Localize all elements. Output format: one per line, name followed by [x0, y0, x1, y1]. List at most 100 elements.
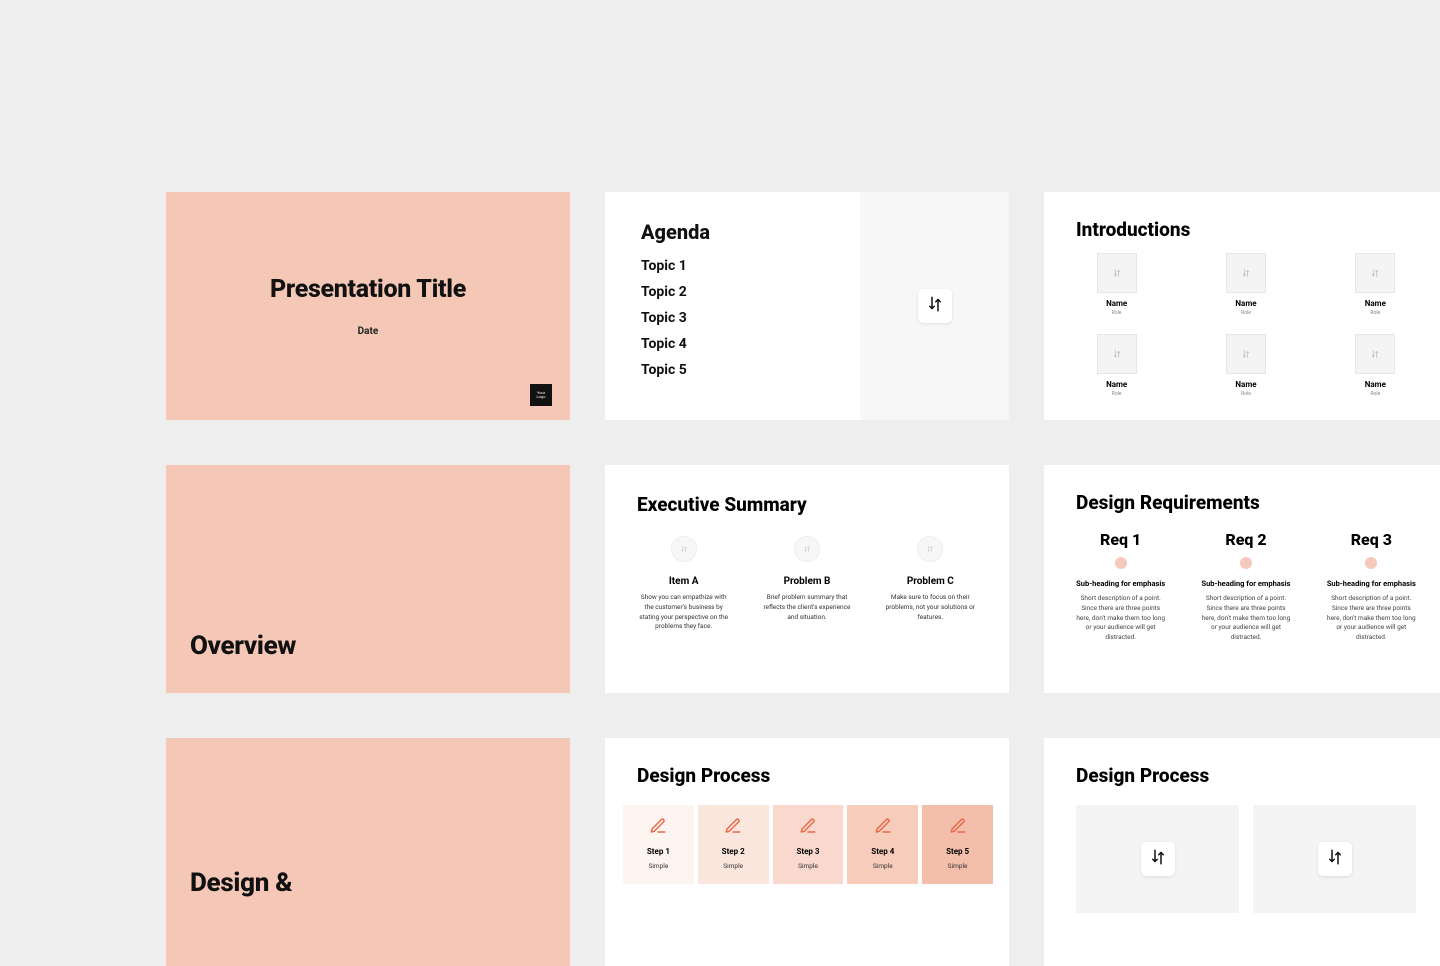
requirement-columns: Req 1 Sub-heading for emphasis Short des… [1076, 530, 1416, 643]
exec-columns: Item A Show you can empathize with the c… [637, 536, 977, 632]
person-name: Name [1365, 380, 1386, 389]
requirement-desc: Short description of a point. Since ther… [1327, 594, 1416, 643]
exec-summary-title: Executive Summary [637, 493, 977, 516]
step-title: Step 4 [871, 847, 894, 856]
edit-icon [647, 815, 669, 837]
slide-title[interactable]: Presentation Title Date Your Logo [166, 192, 570, 420]
exec-column: Problem C Make sure to focus on their pr… [884, 536, 977, 632]
step-title: Step 3 [796, 847, 819, 856]
agenda-title: Agenda [641, 220, 824, 244]
slide-overview[interactable]: Overview [166, 465, 570, 693]
swap-instance-chip[interactable] [1141, 842, 1175, 876]
introductions-title: Introductions [1076, 218, 1416, 241]
person-role: Role [1241, 310, 1251, 316]
person-name: Name [1106, 299, 1127, 308]
overview-title: Overview [190, 631, 296, 661]
requirements-title: Design Requirements [1076, 491, 1416, 514]
swap-instance-chip[interactable] [1318, 842, 1352, 876]
presentation-date: Date [358, 326, 379, 337]
step-title: Step 2 [722, 847, 745, 856]
design-process-title: Design Process [637, 764, 977, 787]
person-role: Role [1112, 310, 1122, 316]
slide-introductions[interactable]: Introductions Name Role Name Role Name R… [1044, 192, 1440, 420]
requirement-column: Req 2 Sub-heading for emphasis Short des… [1201, 530, 1290, 643]
image-placeholder [917, 536, 943, 562]
image-placeholder [671, 536, 697, 562]
requirement-title: Req 3 [1327, 530, 1416, 549]
person-role: Role [1241, 391, 1251, 397]
agenda-topic: Topic 5 [641, 358, 824, 384]
logo-badge: Your Logo [530, 384, 552, 406]
slide-executive-summary[interactable]: Executive Summary Item A Show you can em… [605, 465, 1009, 693]
agenda-topic: Topic 2 [641, 280, 824, 306]
person-card: Name Role [1205, 253, 1286, 316]
bullet-dot [1115, 557, 1127, 569]
slide-design-process-placeholders[interactable]: Design Process [1044, 738, 1440, 966]
design-step: Step 4 Simple [847, 805, 918, 884]
step-desc: Simple [948, 862, 968, 870]
step-desc: Simple [798, 862, 818, 870]
slides-canvas[interactable]: Presentation Title Date Your Logo Agenda… [166, 192, 1440, 966]
agenda-left-panel: Agenda Topic 1 Topic 2 Topic 3 Topic 4 T… [605, 192, 860, 420]
image-placeholder [1226, 253, 1266, 293]
agenda-topic: Topic 4 [641, 332, 824, 358]
exec-item-desc: Show you can empathize with the customer… [637, 593, 730, 632]
person-role: Role [1370, 391, 1380, 397]
requirement-sub: Sub-heading for emphasis [1327, 579, 1416, 588]
person-role: Role [1370, 310, 1380, 316]
person-card: Name Role [1205, 334, 1286, 397]
requirement-column: Req 3 Sub-heading for emphasis Short des… [1327, 530, 1416, 643]
slide-design-section[interactable]: Design & [166, 738, 570, 966]
bullet-dot [1365, 557, 1377, 569]
image-placeholder [794, 536, 820, 562]
slides-row-1: Presentation Title Date Your Logo Agenda… [166, 192, 1440, 420]
requirement-title: Req 2 [1201, 530, 1290, 549]
step-desc: Simple [873, 862, 893, 870]
edit-icon [947, 815, 969, 837]
person-name: Name [1106, 380, 1127, 389]
exec-item-title: Item A [669, 576, 699, 587]
requirement-sub: Sub-heading for emphasis [1076, 579, 1165, 588]
person-name: Name [1365, 299, 1386, 308]
design-steps: Step 1 Simple Step 2 Simple Step 3 Simpl… [621, 805, 993, 884]
image-placeholder [1097, 253, 1137, 293]
person-card: Name Role [1335, 334, 1416, 397]
exec-column: Problem B Brief problem summary that ref… [760, 536, 853, 632]
person-card: Name Role [1076, 253, 1157, 316]
person-card: Name Role [1076, 334, 1157, 397]
design-step: Step 3 Simple [773, 805, 844, 884]
image-placeholder [1226, 334, 1266, 374]
image-placeholder [1355, 334, 1395, 374]
agenda-image-placeholder [860, 192, 1009, 420]
edit-icon [872, 815, 894, 837]
slide-design-process-steps[interactable]: Design Process Step 1 Simple Step 2 Simp… [605, 738, 1009, 966]
design-step: Step 5 Simple [922, 805, 993, 884]
swap-icon [1326, 848, 1344, 870]
slides-row-3: Design & Design Process Step 1 Simple St… [166, 738, 1440, 966]
image-placeholder [1355, 253, 1395, 293]
placeholder-columns [1076, 805, 1416, 913]
slide-agenda[interactable]: Agenda Topic 1 Topic 2 Topic 3 Topic 4 T… [605, 192, 1009, 420]
requirement-desc: Short description of a point. Since ther… [1201, 594, 1290, 643]
edit-icon [797, 815, 819, 837]
step-desc: Simple [648, 862, 668, 870]
person-card: Name Role [1335, 253, 1416, 316]
slides-row-2: Overview Executive Summary Item A Show y… [166, 465, 1440, 693]
exec-item-desc: Brief problem summary that reflects the … [760, 593, 853, 622]
slide-design-requirements[interactable]: Design Requirements Req 1 Sub-heading fo… [1044, 465, 1440, 693]
exec-item-title: Problem C [907, 576, 954, 587]
step-desc: Simple [723, 862, 743, 870]
requirement-column: Req 1 Sub-heading for emphasis Short des… [1076, 530, 1165, 643]
agenda-topic: Topic 1 [641, 254, 824, 280]
agenda-topic: Topic 3 [641, 306, 824, 332]
requirement-desc: Short description of a point. Since ther… [1076, 594, 1165, 643]
edit-icon [722, 815, 744, 837]
swap-instance-chip[interactable] [918, 289, 952, 323]
swap-icon [926, 295, 944, 317]
person-name: Name [1235, 299, 1256, 308]
image-placeholder [1076, 805, 1239, 913]
image-placeholder [1253, 805, 1416, 913]
requirement-sub: Sub-heading for emphasis [1201, 579, 1290, 588]
exec-item-title: Problem B [784, 576, 831, 587]
image-placeholder [1097, 334, 1137, 374]
